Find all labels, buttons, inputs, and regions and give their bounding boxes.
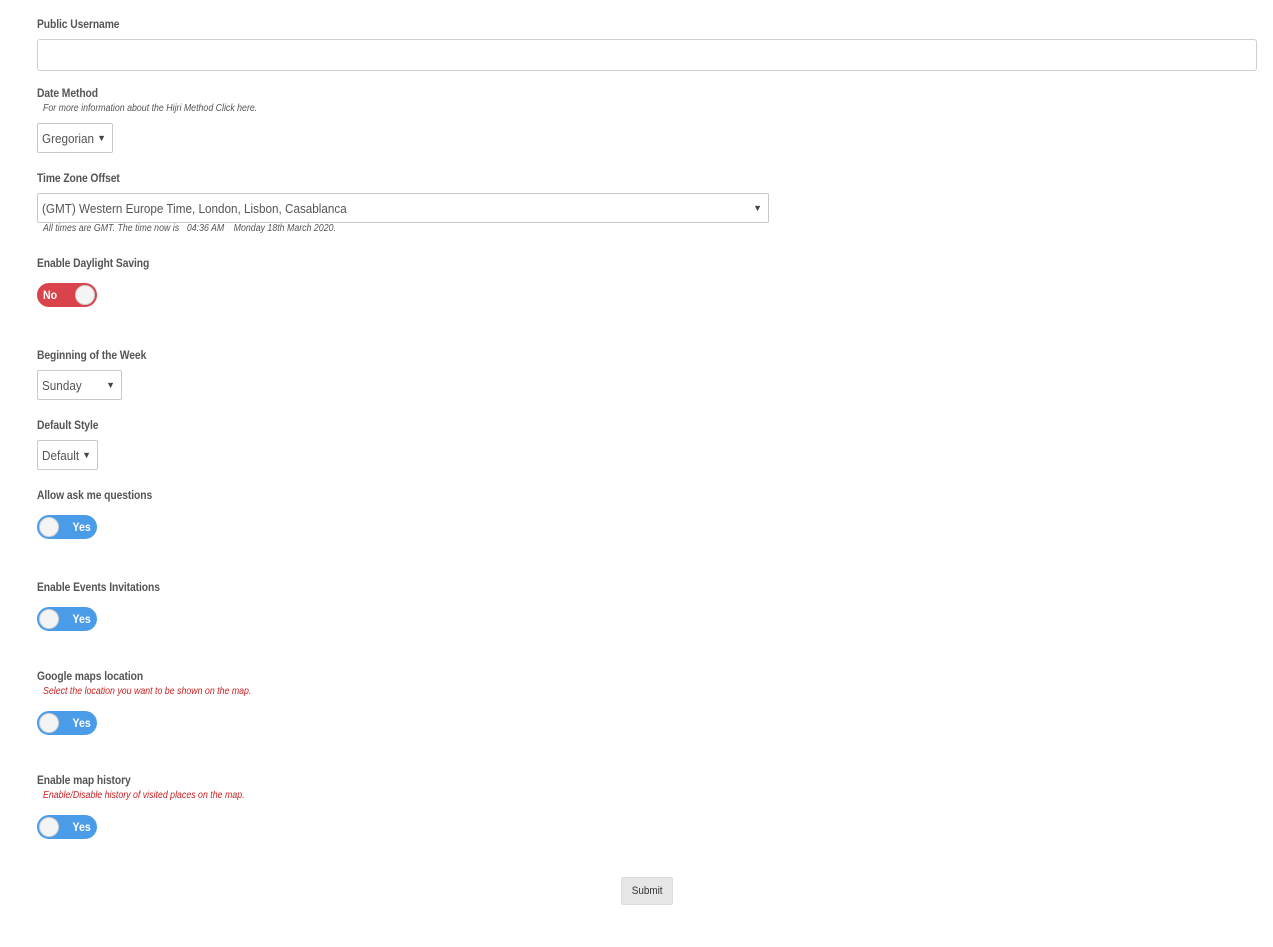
maps-location-hint: Select the location you want to be shown…: [43, 686, 252, 697]
chevron-down-icon: ▼: [106, 380, 115, 390]
events-invitations-label: Enable Events Invitations: [37, 580, 160, 594]
public-username-label: Public Username: [37, 17, 120, 31]
date-method-select[interactable]: Gregorian ▼: [37, 123, 113, 153]
ask-questions-state: Yes: [72, 520, 91, 534]
maps-location-label: Google maps location: [37, 669, 144, 683]
default-style-select[interactable]: Default ▼: [37, 440, 98, 470]
public-username-input[interactable]: [37, 39, 1257, 71]
default-style-label: Default Style: [37, 418, 99, 432]
maps-location-state: Yes: [72, 716, 91, 730]
toggle-knob: [39, 817, 59, 837]
default-style-value: Default: [42, 447, 80, 463]
settings-form: Public Username Date Method For more inf…: [37, 0, 1257, 947]
toggle-knob: [75, 285, 95, 305]
date-method-hint: For more information about the Hijri Met…: [43, 103, 258, 114]
date-method-value: Gregorian: [42, 130, 95, 146]
week-start-select[interactable]: Sunday ▼: [37, 370, 122, 400]
map-history-state: Yes: [72, 820, 91, 834]
current-date: Monday 18th March 2020.: [233, 223, 336, 234]
time-zone-hint-prefix: All times are GMT. The time now is: [43, 223, 180, 234]
map-history-toggle[interactable]: Yes: [37, 815, 97, 839]
daylight-saving-label: Enable Daylight Saving: [37, 256, 150, 270]
ask-questions-toggle[interactable]: Yes: [37, 515, 97, 539]
week-start-value: Sunday: [42, 377, 82, 393]
week-start-label: Beginning of the Week: [37, 348, 147, 362]
submit-button[interactable]: Submit: [621, 877, 673, 905]
chevron-down-icon: ▼: [82, 450, 91, 460]
ask-questions-label: Allow ask me questions: [37, 488, 153, 502]
time-zone-value: (GMT) Western Europe Time, London, Lisbo…: [42, 200, 347, 216]
toggle-knob: [39, 517, 59, 537]
daylight-saving-state: No: [43, 288, 58, 302]
daylight-saving-toggle[interactable]: No: [37, 283, 97, 307]
chevron-down-icon: ▼: [753, 203, 762, 213]
map-history-label: Enable map history: [37, 773, 131, 787]
chevron-down-icon: ▼: [97, 133, 106, 143]
events-invitations-toggle[interactable]: Yes: [37, 607, 97, 631]
date-method-label: Date Method: [37, 86, 98, 100]
current-time: 04:36 AM: [186, 223, 225, 234]
map-history-hint: Enable/Disable history of visited places…: [43, 790, 245, 801]
time-zone-label: Time Zone Offset: [37, 171, 120, 185]
time-zone-hint: All times are GMT. The time now is 04:36…: [43, 223, 336, 234]
time-zone-select[interactable]: (GMT) Western Europe Time, London, Lisbo…: [37, 193, 769, 223]
maps-location-toggle[interactable]: Yes: [37, 711, 97, 735]
submit-button-label: Submit: [631, 885, 663, 897]
toggle-knob: [39, 713, 59, 733]
events-invitations-state: Yes: [72, 612, 91, 626]
toggle-knob: [39, 609, 59, 629]
